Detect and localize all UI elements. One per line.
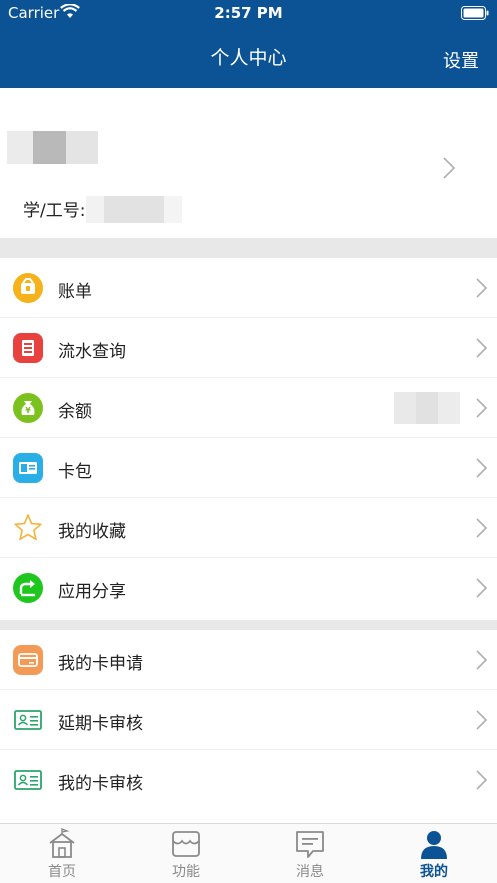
menu-item-card-extension-review[interactable]: 延期卡审核 (0, 690, 497, 750)
message-icon (296, 831, 324, 858)
tab-functions[interactable]: 功能 (124, 824, 248, 883)
settings-button[interactable]: 设置 (443, 47, 479, 73)
chevron-right-icon (476, 338, 487, 358)
menu-item-label: 延期卡审核 (58, 714, 143, 734)
tab-label: 功能 (172, 864, 200, 880)
menu-item-label: 流水查询 (58, 342, 126, 362)
menu-item-label: 余额 (58, 402, 92, 422)
card-wallet-icon (13, 453, 43, 483)
menu-item-card-application[interactable]: 我的卡申请 (0, 630, 497, 690)
tab-mine[interactable]: 我的 (372, 824, 496, 883)
menu-item-favorites[interactable]: 我的收藏 (0, 498, 497, 558)
bill-icon (13, 273, 43, 303)
menu-item-label: 卡包 (58, 462, 92, 482)
money-bag-icon: ¥ (13, 393, 43, 423)
battery-icon (461, 6, 489, 20)
home-icon (49, 828, 75, 858)
transaction-icon (13, 333, 43, 363)
id-card-icon (14, 770, 42, 790)
person-icon (421, 831, 447, 859)
menu-item-transactions[interactable]: 流水查询 (0, 318, 497, 378)
tab-label: 首页 (48, 864, 76, 880)
store-icon (172, 831, 200, 857)
chevron-right-icon (476, 710, 487, 730)
student-id-label: 学/工号: (23, 201, 86, 221)
menu-item-label: 账单 (58, 282, 92, 302)
chevron-right-icon (476, 770, 487, 790)
chevron-right-icon (476, 650, 487, 670)
status-bar: Carrier 2:57 PM (0, 0, 497, 26)
tab-messages[interactable]: 消息 (248, 824, 372, 883)
chevron-right-icon (476, 278, 487, 298)
status-time: 2:57 PM (214, 4, 283, 22)
menu-item-label: 我的卡申请 (58, 654, 143, 674)
menu-item-label: 我的收藏 (58, 522, 126, 542)
chevron-right-icon (476, 578, 487, 598)
section-separator (0, 238, 497, 258)
tab-home[interactable]: 首页 (0, 824, 124, 883)
profile-card[interactable]: 学/工号: (0, 88, 497, 238)
chevron-right-icon (476, 398, 487, 418)
menu-item-share-app[interactable]: 应用分享 (0, 558, 497, 618)
page-title: 个人中心 (210, 47, 287, 69)
menu-item-label: 我的卡审核 (58, 774, 143, 794)
menu-item-label: 应用分享 (58, 582, 126, 602)
menu-item-card-review[interactable]: 我的卡审核 (0, 750, 497, 810)
card-apply-icon (13, 645, 43, 675)
student-id-redacted (86, 196, 182, 223)
menu-item-balance[interactable]: ¥ 余额 (0, 378, 497, 438)
svg-text:¥: ¥ (25, 406, 31, 415)
chevron-right-icon (443, 157, 455, 179)
star-icon (14, 514, 42, 541)
chevron-right-icon (476, 458, 487, 478)
tab-label: 我的 (420, 864, 448, 880)
balance-value-redacted (394, 392, 460, 424)
menu-item-bill[interactable]: 账单 (0, 258, 497, 318)
tab-bar: 首页 功能 消息 我的 (0, 823, 497, 883)
chevron-right-icon (476, 518, 487, 538)
share-icon (13, 573, 43, 603)
tab-label: 消息 (296, 864, 324, 880)
user-name-redacted (7, 131, 98, 164)
app-header: Carrier 2:57 PM 个人中心 设置 (0, 0, 497, 88)
id-card-icon (14, 710, 42, 730)
menu-item-card-wallet[interactable]: 卡包 (0, 438, 497, 498)
section-separator (0, 620, 497, 630)
